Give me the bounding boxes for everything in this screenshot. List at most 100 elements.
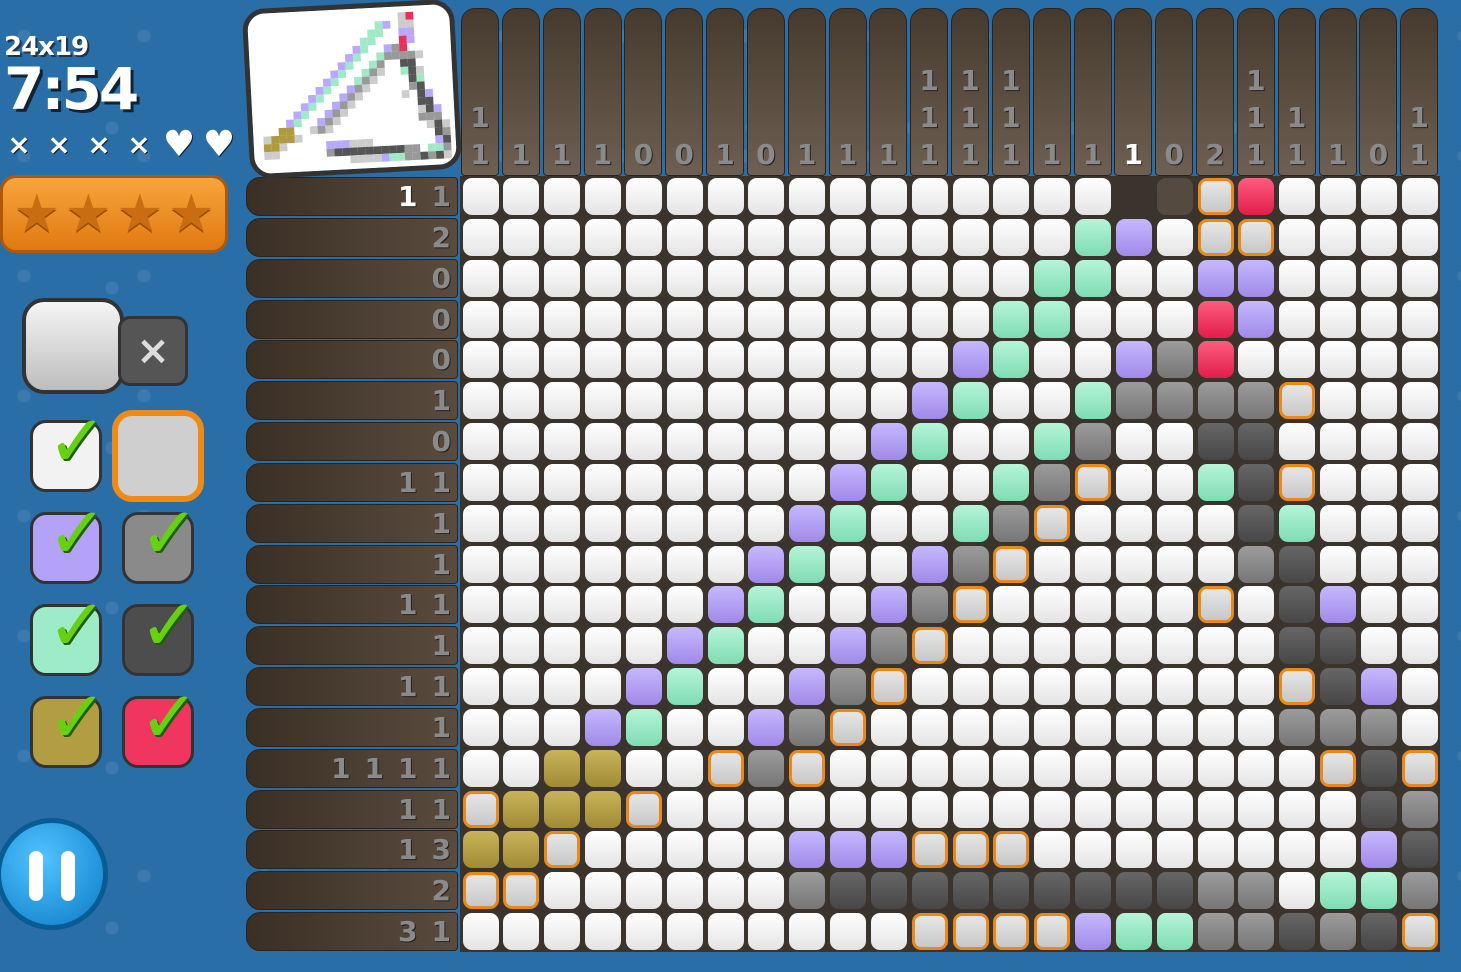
grid-cell[interactable] — [1115, 504, 1152, 542]
grid-cell[interactable] — [1238, 300, 1275, 338]
grid-cell[interactable] — [544, 300, 581, 338]
grid-cell[interactable] — [748, 627, 785, 665]
grid-cell[interactable] — [707, 218, 744, 256]
grid-cell[interactable] — [993, 341, 1030, 379]
grid-cell[interactable] — [707, 382, 744, 420]
grid-cell[interactable] — [993, 831, 1030, 869]
grid-cell[interactable] — [1401, 423, 1438, 461]
grid-cell[interactable] — [830, 831, 866, 869]
grid-cell[interactable] — [748, 504, 785, 542]
grid-cell[interactable] — [830, 178, 866, 215]
grid-cell[interactable] — [870, 831, 907, 869]
grid-cell[interactable] — [830, 668, 866, 706]
grid-cell[interactable] — [1279, 586, 1316, 624]
grid-cell[interactable] — [748, 790, 785, 828]
grid-cell[interactable] — [503, 341, 540, 379]
grid-cell[interactable] — [625, 218, 662, 256]
grid-cell[interactable] — [544, 627, 581, 665]
grid-cell[interactable] — [993, 749, 1030, 787]
grid-cell[interactable] — [666, 627, 703, 665]
grid-cell[interactable] — [585, 300, 621, 338]
grid-cell[interactable] — [1320, 218, 1356, 256]
grid-cell[interactable] — [1116, 178, 1152, 215]
grid-cell[interactable] — [625, 545, 662, 583]
grid-cell[interactable] — [462, 504, 499, 542]
grid-cell[interactable] — [1238, 218, 1275, 256]
grid-cell[interactable] — [830, 218, 866, 256]
grid-cell[interactable] — [748, 463, 785, 501]
grid-cell[interactable] — [544, 423, 581, 461]
grid-cell[interactable] — [1360, 627, 1397, 665]
grid-cell[interactable] — [1360, 790, 1397, 828]
grid-cell[interactable] — [1238, 178, 1275, 215]
grid-cell[interactable] — [1034, 708, 1071, 746]
grid-cell[interactable] — [707, 749, 744, 787]
grid-cell[interactable] — [1115, 382, 1152, 420]
grid-cell[interactable] — [1360, 341, 1397, 379]
grid-cell[interactable] — [585, 749, 621, 787]
grid-cell[interactable] — [789, 341, 826, 379]
grid-cell[interactable] — [503, 668, 540, 706]
grid-cell[interactable] — [1197, 218, 1234, 256]
grid-cell[interactable] — [707, 872, 744, 910]
grid-cell[interactable] — [789, 708, 826, 746]
grid-cell[interactable] — [993, 668, 1030, 706]
grid-cell[interactable] — [625, 668, 662, 706]
grid-cell[interactable] — [1320, 504, 1356, 542]
grid-cell[interactable] — [707, 913, 744, 951]
grid-cell[interactable] — [462, 872, 499, 910]
grid-cell[interactable] — [911, 749, 948, 787]
grid-cell[interactable] — [789, 749, 826, 787]
grid-cell[interactable] — [748, 300, 785, 338]
grid-cell[interactable] — [952, 218, 989, 256]
grid-cell[interactable] — [1238, 341, 1275, 379]
grid-cell[interactable] — [1401, 300, 1438, 338]
grid-cell[interactable] — [911, 668, 948, 706]
grid-cell[interactable] — [870, 218, 907, 256]
grid-cell[interactable] — [462, 790, 499, 828]
grid-cell[interactable] — [462, 300, 499, 338]
grid-cell[interactable] — [1401, 627, 1438, 665]
grid-cell[interactable] — [1238, 913, 1275, 951]
grid-cell[interactable] — [1401, 749, 1438, 787]
grid-cell[interactable] — [544, 178, 581, 215]
grid-cell[interactable] — [1401, 668, 1438, 706]
grid-cell[interactable] — [1320, 423, 1356, 461]
grid-cell[interactable] — [544, 545, 581, 583]
grid-cell[interactable] — [1320, 341, 1356, 379]
grid-cell[interactable] — [1320, 627, 1356, 665]
grid-cell[interactable] — [911, 218, 948, 256]
grid-cell[interactable] — [1401, 545, 1438, 583]
grid-cell[interactable] — [748, 545, 785, 583]
grid-cell[interactable] — [1156, 708, 1193, 746]
grid-cell[interactable] — [503, 872, 540, 910]
grid-cell[interactable] — [1279, 382, 1316, 420]
grid-cell[interactable] — [789, 382, 826, 420]
grid-cell[interactable] — [1360, 668, 1397, 706]
grid-cell[interactable] — [503, 259, 540, 297]
grid-cell[interactable] — [666, 463, 703, 501]
grid-cell[interactable] — [1279, 708, 1316, 746]
grid-cell[interactable] — [1238, 872, 1275, 910]
grid-cell[interactable] — [830, 300, 866, 338]
grid-cell[interactable] — [707, 341, 744, 379]
grid-cell[interactable] — [462, 586, 499, 624]
grid-cell[interactable] — [625, 831, 662, 869]
grid-cell[interactable] — [1075, 218, 1111, 256]
grid-cell[interactable] — [1238, 668, 1275, 706]
grid-cell[interactable] — [1075, 463, 1111, 501]
grid-cell[interactable] — [625, 423, 662, 461]
grid-cell[interactable] — [1115, 668, 1152, 706]
grid-cell[interactable] — [1034, 913, 1071, 951]
grid-cell[interactable] — [1238, 259, 1275, 297]
grid-cell[interactable] — [1279, 300, 1316, 338]
grid-cell[interactable] — [666, 913, 703, 951]
grid-cell[interactable] — [789, 178, 826, 215]
grid-cell[interactable] — [1034, 668, 1071, 706]
grid-cell[interactable] — [1156, 341, 1193, 379]
grid-cell[interactable] — [1360, 259, 1397, 297]
grid-cell[interactable] — [666, 218, 703, 256]
grid-cell[interactable] — [625, 300, 662, 338]
grid-cell[interactable] — [1197, 708, 1234, 746]
grid-cell[interactable] — [748, 178, 785, 215]
